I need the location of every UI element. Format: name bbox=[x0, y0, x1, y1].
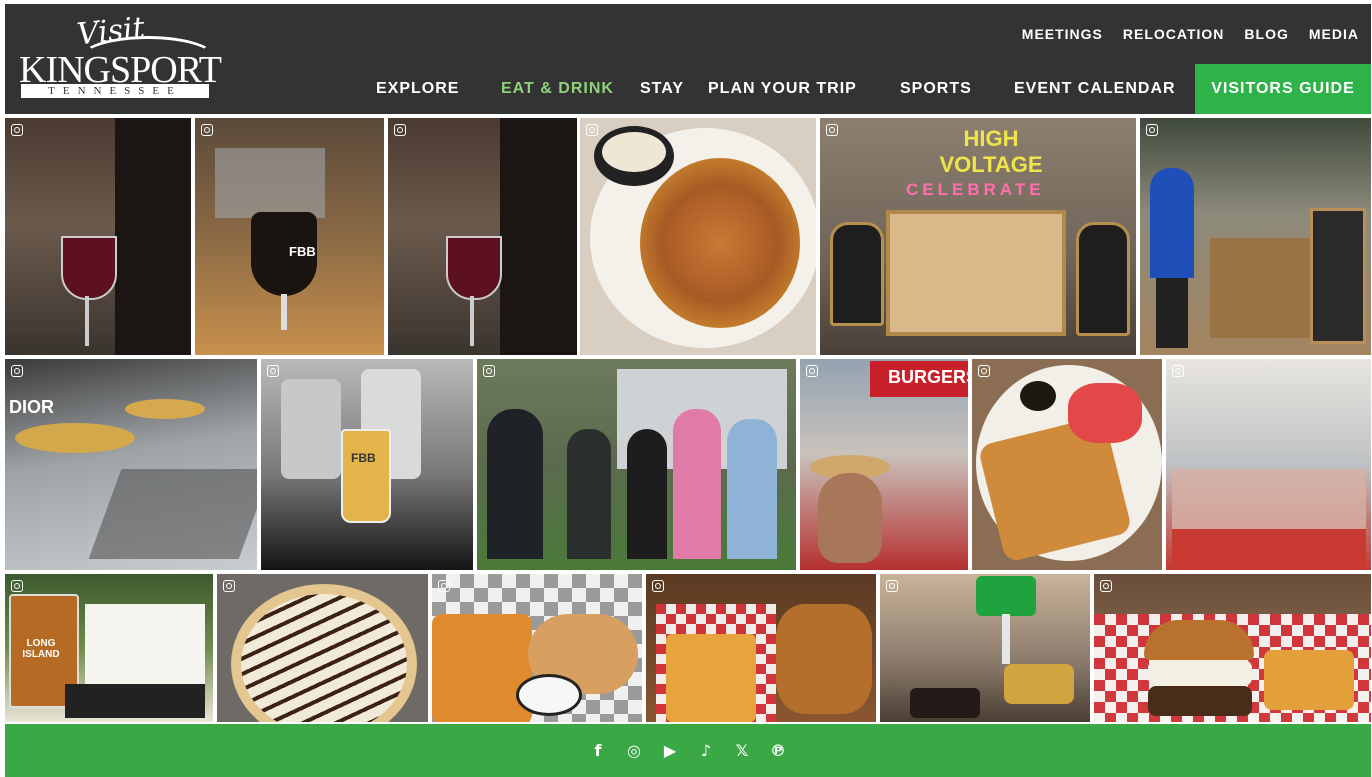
instagram-icon bbox=[886, 580, 898, 592]
nav-explore[interactable]: EXPLORE bbox=[376, 80, 459, 98]
instagram-icon bbox=[806, 365, 818, 377]
fbb-glass-label: FBB bbox=[351, 451, 376, 465]
instagram-icon[interactable]: ◎ bbox=[626, 741, 642, 760]
photo-chicken-salad[interactable] bbox=[580, 118, 816, 355]
fbb-label: FBB bbox=[289, 244, 316, 259]
instagram-icon bbox=[483, 365, 495, 377]
photo-wine-bar-2[interactable] bbox=[388, 118, 577, 355]
instagram-icon bbox=[201, 124, 213, 136]
burgers-sign: BURGERS bbox=[888, 367, 968, 387]
celebrate-banner: CELEBRATE bbox=[906, 180, 1045, 199]
instagram-icon bbox=[267, 365, 279, 377]
main-nav: EXPLORE EAT & DRINK STAY PLAN YOUR TRIP … bbox=[5, 64, 1371, 114]
nav-stay[interactable]: STAY bbox=[640, 80, 684, 98]
photo-wings-and-fries[interactable] bbox=[646, 574, 876, 722]
instagram-icon bbox=[652, 580, 664, 592]
photo-burger-basket[interactable] bbox=[1094, 574, 1371, 722]
site-footer: f ◎ ▶ ♪ 𝕏 ℗ bbox=[5, 724, 1371, 777]
instagram-icon bbox=[978, 365, 990, 377]
visitors-guide-button[interactable]: VISITORS GUIDE bbox=[1195, 64, 1371, 114]
instagram-icon bbox=[1172, 365, 1184, 377]
nav-plan-your-trip[interactable]: PLAN YOUR TRIP bbox=[708, 80, 857, 98]
page-frame: Visit KINGSPORT TENNESSEE MEETINGS RELOC… bbox=[5, 4, 1371, 777]
facebook-icon[interactable]: f bbox=[590, 741, 606, 760]
dior-shirt-text: DIOR bbox=[9, 397, 54, 417]
nav-event-calendar[interactable]: EVENT CALENDAR bbox=[1014, 80, 1176, 98]
nav-relocation[interactable]: RELOCATION bbox=[1123, 26, 1225, 42]
photo-burger-stand-selfie[interactable]: BURGERS bbox=[800, 359, 968, 570]
long-island-glass-label: LONG ISLAND bbox=[22, 638, 60, 660]
social-links: f ◎ ▶ ♪ 𝕏 ℗ bbox=[5, 724, 1371, 777]
instagram-icon bbox=[11, 124, 23, 136]
photo-chocolate-pie[interactable] bbox=[217, 574, 428, 722]
utility-nav: MEETINGS RELOCATION BLOG MEDIA bbox=[1022, 26, 1359, 42]
photo-buffet-counter[interactable]: DIOR bbox=[5, 359, 257, 570]
photo-wine-bar-1[interactable] bbox=[5, 118, 191, 355]
nav-media[interactable]: MEDIA bbox=[1309, 26, 1359, 42]
photo-brewery-tanks[interactable]: FBB bbox=[261, 359, 473, 570]
photo-waffle-plate[interactable] bbox=[972, 359, 1162, 570]
photo-high-voltage-window[interactable]: HIGH VOLTAGE CELEBRATE bbox=[820, 118, 1136, 355]
pinterest-icon[interactable]: ℗ bbox=[770, 741, 786, 760]
youtube-icon[interactable]: ▶ bbox=[662, 741, 678, 760]
photo-wrap-and-fries[interactable] bbox=[432, 574, 642, 722]
nav-eat-drink[interactable]: EAT & DRINK bbox=[501, 80, 614, 98]
photo-long-island-tea[interactable]: LONG ISLAND bbox=[5, 574, 213, 722]
instagram-icon bbox=[11, 365, 23, 377]
instagram-icon bbox=[11, 580, 23, 592]
photo-candy-display[interactable] bbox=[880, 574, 1090, 722]
instagram-icon bbox=[394, 124, 406, 136]
instagram-icon bbox=[1100, 580, 1112, 592]
site-header: Visit KINGSPORT TENNESSEE MEETINGS RELOC… bbox=[5, 4, 1371, 114]
nav-sports[interactable]: SPORTS bbox=[900, 80, 972, 98]
photo-festival-group[interactable] bbox=[477, 359, 796, 570]
instagram-icon bbox=[223, 580, 235, 592]
instagram-icon bbox=[1146, 124, 1158, 136]
photo-coffee-cart[interactable] bbox=[1140, 118, 1371, 355]
instagram-icon bbox=[438, 580, 450, 592]
nav-meetings[interactable]: MEETINGS bbox=[1022, 26, 1103, 42]
x-icon[interactable]: 𝕏 bbox=[734, 741, 750, 760]
photo-fbb-taproom[interactable]: FBB bbox=[195, 118, 384, 355]
nav-blog[interactable]: BLOG bbox=[1244, 26, 1288, 42]
instagram-icon bbox=[586, 124, 598, 136]
high-voltage-sign: HIGH VOLTAGE bbox=[939, 126, 1043, 177]
instagram-icon bbox=[826, 124, 838, 136]
tiktok-icon[interactable]: ♪ bbox=[698, 741, 714, 760]
photo-butcher-case[interactable] bbox=[1166, 359, 1371, 570]
